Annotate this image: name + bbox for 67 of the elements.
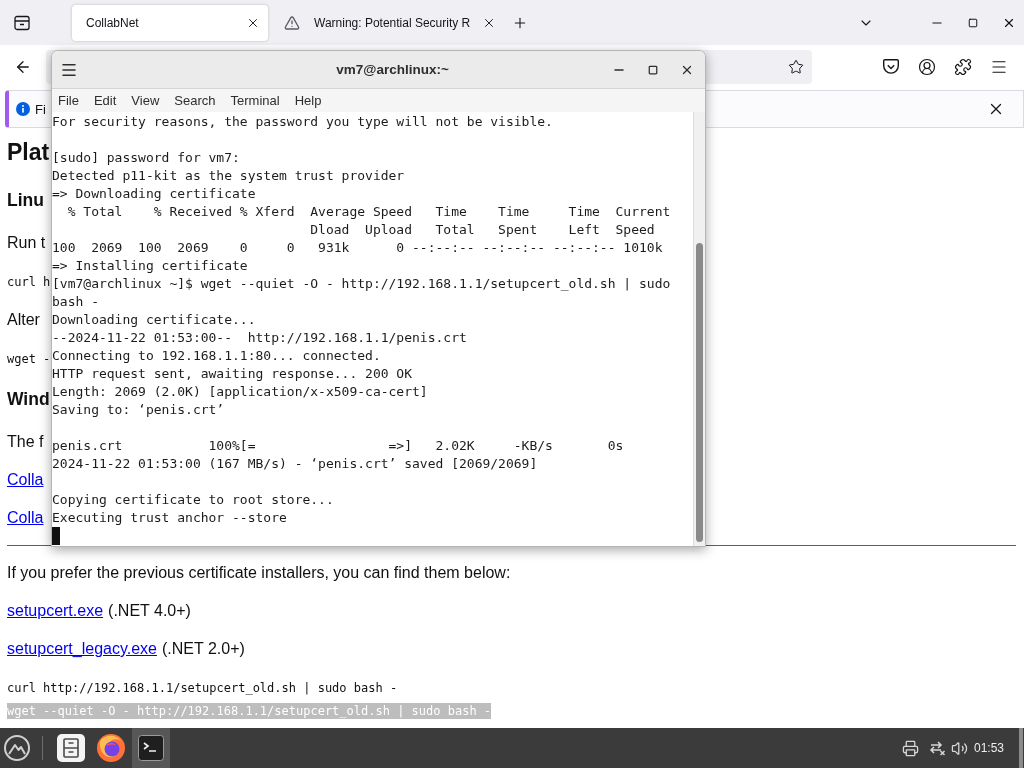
code-line: wget - [7, 351, 51, 367]
download-link[interactable]: setupcert_legacy.exe [7, 637, 157, 661]
paragraph-text: If you prefer the previous certificate installers, you can find them below: [7, 563, 511, 583]
mountain-logo-icon[interactable] [4, 735, 30, 761]
version-note: (.NET 4.0+) [108, 601, 191, 621]
terminal-line: => Downloading certificate [52, 185, 256, 203]
clock-text[interactable]: 01:53 [973, 741, 1004, 755]
terminal-line: [sudo] password for vm7: [52, 149, 240, 167]
terminal-line: Saving to: ‘penis.crt’ [52, 401, 225, 419]
terminal-line: HTTP request sent, awaiting response... 200 OK [52, 365, 413, 383]
maximize-icon[interactable] [968, 17, 978, 28]
terminal-line: --2024-11-22 01:53:00-- http://192.168.1.1/penis.crt [52, 329, 467, 347]
terminal-line: [vm7@archlinux ~]$ wget --quiet -O - http://192.168.1.1/setupcert_old.sh | sudo [52, 275, 671, 293]
paragraph-text: The f [7, 432, 44, 452]
menu-item[interactable]: Terminal [230, 93, 280, 108]
notification-text: Fi [35, 101, 46, 117]
terminal-line: Length: 2069 (2.0K) [application/x-x509-ca-cert] [52, 383, 428, 401]
info-icon [16, 102, 30, 116]
terminal-line: Copying certificate to root store... [52, 491, 334, 509]
download-link[interactable]: setupcert.exe [7, 599, 104, 623]
printer-icon[interactable] [901, 739, 919, 757]
terminal-line: => Installing certificate [52, 257, 248, 275]
browser-tab[interactable]: Warning: Potential Security R [272, 4, 505, 41]
page-link[interactable]: Colla [7, 468, 44, 492]
terminal-line: penis.crt 100%[= =>] 2.02K -KB/s 0s [52, 437, 624, 455]
file-cabinet-icon [57, 734, 85, 762]
terminal-line: 100 2069 100 2069 0 0 931k 0 --:--:-- --:--:-- --:--:-- 1010k [52, 239, 663, 257]
terminal-line: 2024-11-22 01:53:00 (167 MB/s) - ‘penis.crt’ saved [2069/2069] [52, 455, 538, 473]
terminal-line: Detected p11-kit as the system trust provider [52, 167, 405, 185]
section-heading: Wind [7, 388, 50, 411]
taskbar-app-button[interactable] [132, 728, 170, 768]
paragraph-text: Run t [7, 233, 46, 253]
section-heading: Linu [7, 189, 44, 212]
code-line: curl h [7, 274, 51, 290]
terminal-line: bash - [52, 293, 99, 311]
page-link[interactable]: Colla [7, 506, 44, 530]
version-note: (.NET 2.0+) [162, 639, 245, 659]
window-title: vm7@archlinux:~ [336, 62, 449, 77]
volume-icon[interactable] [950, 739, 968, 757]
scrollbar[interactable] [693, 112, 705, 546]
terminal-line: Dload Upload Total Spent Left Speed [309, 221, 655, 239]
shield-icon[interactable] [882, 57, 900, 76]
menu-item[interactable]: View [131, 93, 160, 108]
maximize-icon[interactable] [648, 64, 658, 75]
terminal-line: Connecting to 192.168.1.1:80... connected. [52, 347, 381, 365]
account-icon[interactable] [918, 57, 936, 76]
terminal-line: For security reasons, the password you type will not be visible. [52, 113, 553, 131]
menu-item[interactable]: Edit [93, 93, 117, 108]
browser-tab[interactable]: CollabNet [72, 4, 268, 41]
network-off-icon[interactable] [928, 740, 946, 756]
code-line: curl http://192.168.1.1/setupcert_old.sh | sudo bash - [7, 680, 398, 696]
browser-icon [96, 733, 126, 763]
puzzle-icon[interactable] [954, 57, 972, 76]
warning-icon [284, 14, 300, 31]
terminal-icon [138, 735, 164, 761]
terminal-line: Downloading certificate... [52, 311, 256, 329]
menu-item[interactable]: Help [294, 93, 322, 108]
text-cursor-icon [52, 527, 60, 545]
menu-item[interactable]: Search [174, 93, 216, 108]
star-icon[interactable] [788, 58, 804, 75]
terminal-line: % Total % Received % Xferd Average Speed Time Time Time Current [66, 203, 671, 221]
paragraph-text: Alter [7, 310, 40, 330]
page-heading: Plat [7, 138, 50, 167]
scrollbar-thumb[interactable] [696, 243, 703, 542]
menu-item[interactable]: File [58, 93, 79, 108]
terminal-line: Executing trust anchor --store [52, 509, 287, 527]
archive-icon[interactable] [14, 14, 30, 31]
